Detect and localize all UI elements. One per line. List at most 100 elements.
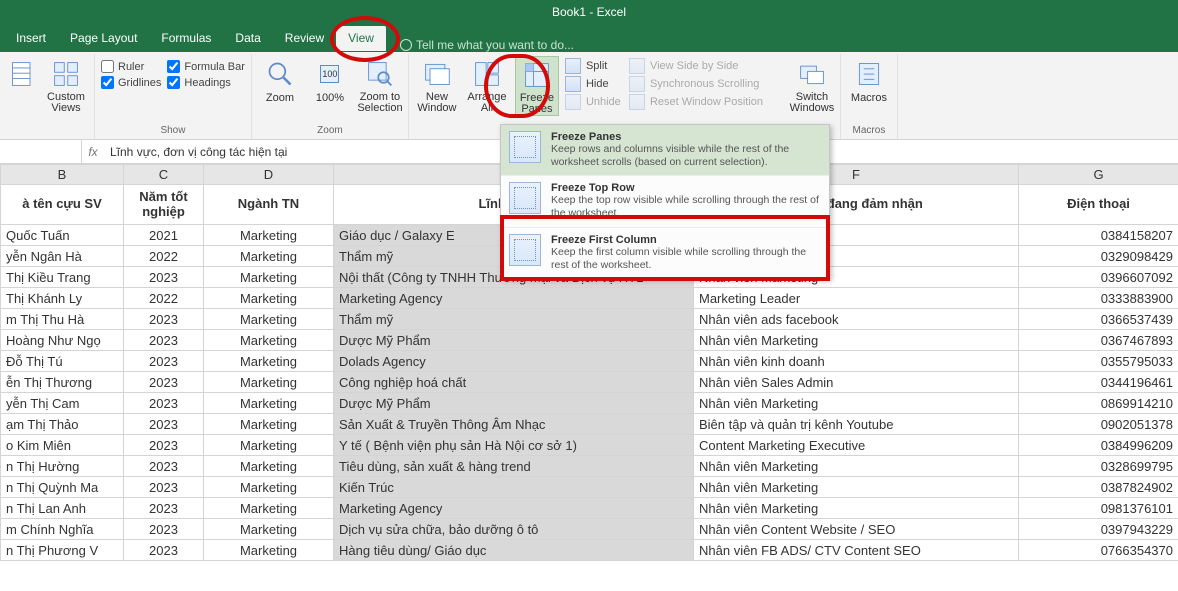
cell[interactable]: Thị Khánh Ly xyxy=(1,288,124,309)
cell[interactable]: 2023 xyxy=(124,393,204,414)
header-cell-B[interactable]: à tên cựu SV xyxy=(1,185,124,225)
tab-formulas[interactable]: Formulas xyxy=(149,26,223,52)
cell[interactable]: Nhân viên FB ADS/ CTV Content SEO xyxy=(694,540,1019,561)
view-side-by-side-button[interactable]: View Side by Side xyxy=(629,58,784,74)
formula-value[interactable]: Lĩnh vực, đơn vị công tác hiện tại xyxy=(104,145,287,159)
cell[interactable]: 0766354370 xyxy=(1019,540,1178,561)
cell[interactable]: 2023 xyxy=(124,519,204,540)
custom-views-button[interactable]: Custom Views xyxy=(44,56,88,114)
cell[interactable]: Nhân viên Marketing xyxy=(694,330,1019,351)
cell[interactable]: 2023 xyxy=(124,435,204,456)
cell[interactable]: 2022 xyxy=(124,246,204,267)
cell[interactable]: 0328699795 xyxy=(1019,456,1178,477)
cell[interactable]: 2023 xyxy=(124,498,204,519)
tellme-search[interactable]: Tell me what you want to do... xyxy=(400,38,574,52)
cell[interactable]: 2023 xyxy=(124,330,204,351)
header-cell-C[interactable]: Năm tốt nghiệp xyxy=(124,185,204,225)
cell[interactable]: 0387824902 xyxy=(1019,477,1178,498)
cell[interactable]: Marketing xyxy=(204,519,334,540)
cell[interactable]: 0396607092 xyxy=(1019,267,1178,288)
cell[interactable]: Marketing xyxy=(204,414,334,435)
cell[interactable]: 2023 xyxy=(124,414,204,435)
cell[interactable]: Nhân viên Marketing xyxy=(694,477,1019,498)
cell[interactable]: Marketing Leader xyxy=(694,288,1019,309)
hide-button[interactable]: Hide xyxy=(565,76,623,92)
tab-review[interactable]: Review xyxy=(273,26,336,52)
cell[interactable]: Marketing Agency xyxy=(334,288,694,309)
cell[interactable]: Marketing xyxy=(204,309,334,330)
cell[interactable]: ễn Thị Thương xyxy=(1,372,124,393)
cell[interactable]: Thị Kiều Trang xyxy=(1,267,124,288)
cell[interactable]: 0384996209 xyxy=(1019,435,1178,456)
cell[interactable]: Dược Mỹ Phẩm xyxy=(334,393,694,414)
cell[interactable]: n Thị Quỳnh Ma xyxy=(1,477,124,498)
reset-position-button[interactable]: Reset Window Position xyxy=(629,94,784,110)
cell[interactable]: Dược Mỹ Phẩm xyxy=(334,330,694,351)
cell[interactable]: yễn Ngân Hà xyxy=(1,246,124,267)
cell[interactable]: 0902051378 xyxy=(1019,414,1178,435)
cell[interactable]: Dịch vụ sửa chữa, bảo dưỡng ô tô xyxy=(334,519,694,540)
new-window-button[interactable]: New Window xyxy=(415,56,459,114)
cell[interactable]: Marketing xyxy=(204,393,334,414)
cell[interactable]: Marketing xyxy=(204,351,334,372)
col-header-G[interactable]: G xyxy=(1019,165,1178,185)
cell[interactable]: n Thị Phương V xyxy=(1,540,124,561)
cell[interactable]: Tiêu dùng, sản xuất & hàng trend xyxy=(334,456,694,477)
freeze-first-column-option[interactable]: Freeze First Column Keep the first colum… xyxy=(501,228,829,278)
cell[interactable]: Hoàng Như Ngọ xyxy=(1,330,124,351)
cell[interactable]: Hàng tiêu dùng/ Giáo dục xyxy=(334,540,694,561)
cell[interactable]: Marketing xyxy=(204,498,334,519)
unhide-button[interactable]: Unhide xyxy=(565,94,623,110)
cell[interactable]: yễn Thị Cam xyxy=(1,393,124,414)
arrange-all-button[interactable]: Arrange All xyxy=(465,56,509,114)
fx-icon[interactable]: fx xyxy=(82,145,104,159)
freeze-top-row-option[interactable]: Freeze Top Row Keep the top row visible … xyxy=(501,176,829,227)
cell[interactable]: 0397943229 xyxy=(1019,519,1178,540)
cell[interactable]: Marketing xyxy=(204,435,334,456)
zoom-100-button[interactable]: 100 100% xyxy=(308,56,352,104)
cell[interactable]: 2023 xyxy=(124,309,204,330)
cell[interactable]: 0384158207 xyxy=(1019,225,1178,246)
col-header-C[interactable]: C xyxy=(124,165,204,185)
cell[interactable]: 0344196461 xyxy=(1019,372,1178,393)
cell[interactable]: Nhân viên Marketing xyxy=(694,498,1019,519)
sync-scrolling-button[interactable]: Synchronous Scrolling xyxy=(629,76,784,92)
cell[interactable]: m Chính Nghĩa xyxy=(1,519,124,540)
cell[interactable]: m Thị Thu Hà xyxy=(1,309,124,330)
cell[interactable]: Marketing xyxy=(204,372,334,393)
cell[interactable]: Sản Xuất & Truyền Thông Âm Nhạc xyxy=(334,414,694,435)
cell[interactable]: 2023 xyxy=(124,477,204,498)
cell[interactable]: 2023 xyxy=(124,267,204,288)
cell[interactable]: Nhân viên Sales Admin xyxy=(694,372,1019,393)
switch-windows-button[interactable]: Switch Windows xyxy=(790,56,834,114)
cell[interactable]: Công nghiệp hoá chất xyxy=(334,372,694,393)
gridlines-checkbox[interactable]: Gridlines xyxy=(101,76,161,89)
cell[interactable]: n Thị Lan Anh xyxy=(1,498,124,519)
cell[interactable]: Nhân viên kinh doanh xyxy=(694,351,1019,372)
cell[interactable]: 2023 xyxy=(124,540,204,561)
cell[interactable]: Dolads Agency xyxy=(334,351,694,372)
cell[interactable]: Marketing xyxy=(204,225,334,246)
cell[interactable]: Marketing xyxy=(204,477,334,498)
cell[interactable]: 2023 xyxy=(124,351,204,372)
cell[interactable]: Marketing xyxy=(204,246,334,267)
header-cell-G[interactable]: Điện thoại xyxy=(1019,185,1178,225)
cell[interactable]: 0329098429 xyxy=(1019,246,1178,267)
cell[interactable]: Thẩm mỹ xyxy=(334,309,694,330)
cell[interactable]: Biên tập và quản trị kênh Youtube xyxy=(694,414,1019,435)
cell[interactable]: o Kim Miên xyxy=(1,435,124,456)
cell[interactable]: Marketing xyxy=(204,288,334,309)
workbook-views-button[interactable] xyxy=(8,56,38,90)
tab-page-layout[interactable]: Page Layout xyxy=(58,26,149,52)
cell[interactable]: Nhân viên Marketing xyxy=(694,393,1019,414)
cell[interactable]: Nhân viên Content Website / SEO xyxy=(694,519,1019,540)
col-header-D[interactable]: D xyxy=(204,165,334,185)
freeze-panes-option[interactable]: Freeze Panes Keep rows and columns visib… xyxy=(501,125,829,176)
name-box[interactable] xyxy=(0,140,82,163)
zoom-selection-button[interactable]: Zoom to Selection xyxy=(358,56,402,114)
cell[interactable]: Y tế ( Bệnh viện phụ sản Hà Nội cơ sở 1) xyxy=(334,435,694,456)
cell[interactable]: ạm Thị Thảo xyxy=(1,414,124,435)
zoom-button[interactable]: Zoom xyxy=(258,56,302,104)
cell[interactable]: 0355795033 xyxy=(1019,351,1178,372)
cell[interactable]: Đỗ Thị Tú xyxy=(1,351,124,372)
